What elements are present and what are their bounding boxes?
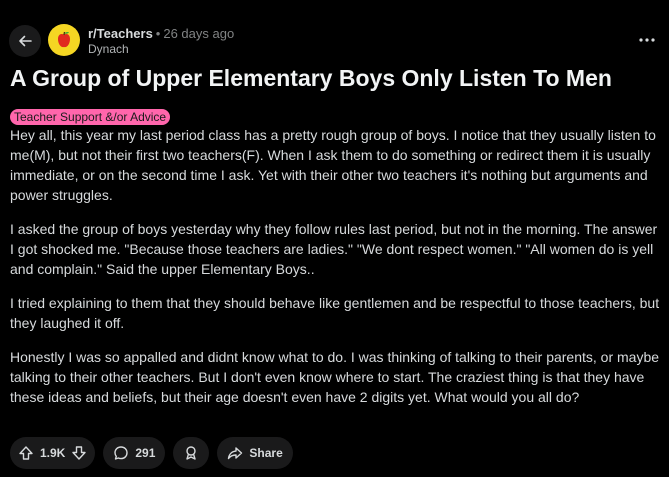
- more-options-button[interactable]: [635, 30, 659, 50]
- author-name[interactable]: Dynach: [88, 42, 129, 56]
- vote-pill: 1.9K: [10, 437, 96, 469]
- award-icon: [186, 446, 197, 460]
- ellipsis-icon: [639, 38, 655, 42]
- vote-count: 1.9K: [40, 446, 66, 460]
- post-flair[interactable]: Teacher Support &/or Advice: [10, 109, 171, 125]
- post-title: A Group of Upper Elementary Boys Only Li…: [10, 65, 612, 91]
- upvote-icon[interactable]: [18, 445, 34, 461]
- arrow-left-icon: [19, 35, 32, 47]
- post-paragraph: Hey all, this year my last period class …: [10, 127, 656, 203]
- apple-icon: [58, 31, 70, 48]
- share-icon: [228, 447, 243, 460]
- post-paragraph: Honestly I was so appalled and didnt kno…: [10, 349, 660, 405]
- post-paragraph: I asked the group of boys yesterday why …: [10, 221, 658, 277]
- share-button[interactable]: Share: [217, 437, 293, 469]
- comment-count: 291: [135, 446, 156, 460]
- downvote-icon[interactable]: [71, 445, 87, 461]
- back-button[interactable]: [9, 25, 41, 57]
- separator-dot: •: [155, 26, 161, 41]
- action-bar: 1.9K 291 Share: [10, 437, 293, 469]
- comment-icon: [114, 446, 129, 460]
- post-body: Hey all, this year my last period class …: [10, 125, 662, 421]
- comments-button[interactable]: 291: [103, 437, 166, 469]
- share-label: Share: [249, 446, 283, 460]
- post-paragraph: I tried explaining to them that they sho…: [10, 295, 660, 331]
- subreddit-avatar[interactable]: [48, 24, 80, 56]
- award-button[interactable]: [173, 437, 210, 469]
- post-timestamp: 26 days ago: [163, 26, 235, 41]
- subreddit-name[interactable]: r/Teachers: [88, 26, 153, 41]
